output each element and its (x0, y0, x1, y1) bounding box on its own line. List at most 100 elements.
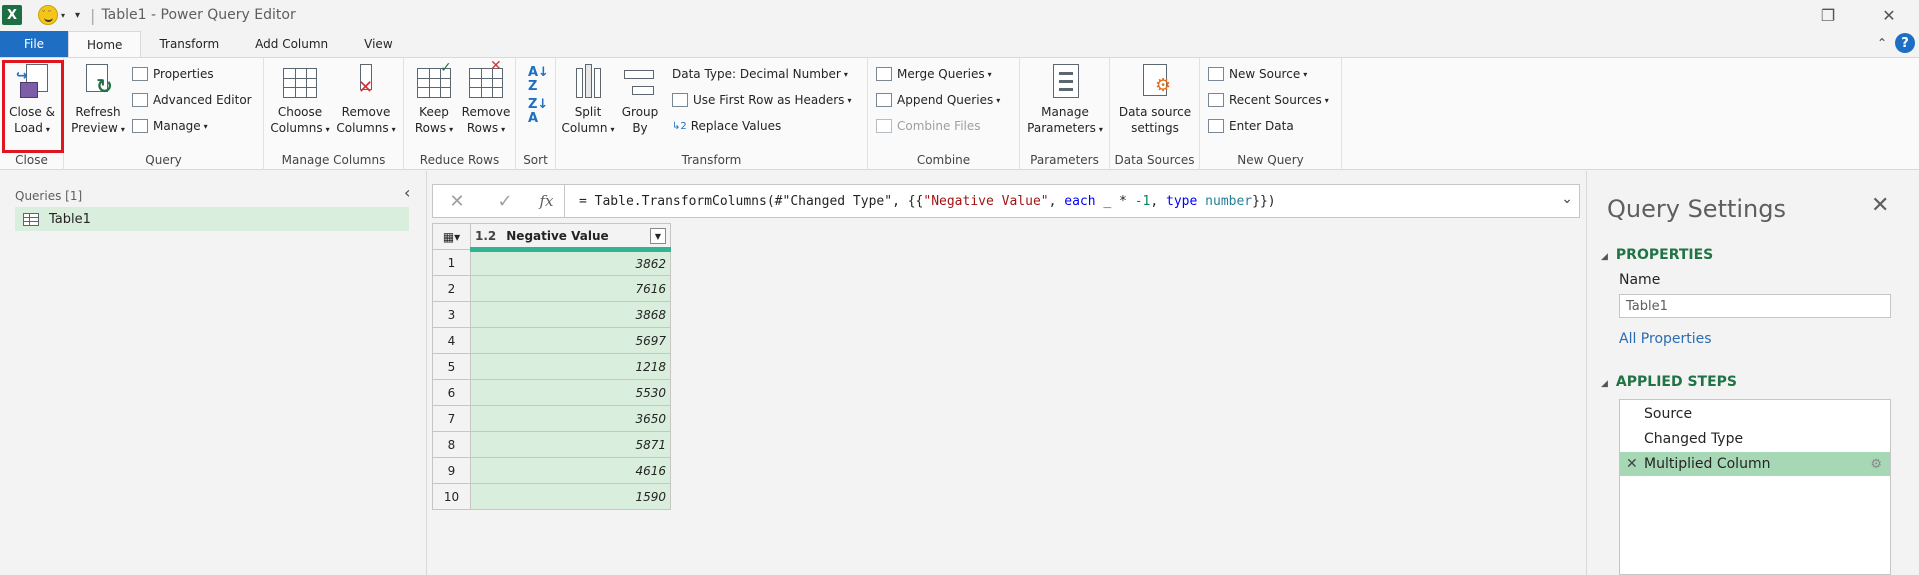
refresh-icon: ↻ (80, 62, 116, 102)
table-cell[interactable]: 3862 (470, 249, 671, 276)
tab-home[interactable]: Home (68, 31, 142, 57)
transform-label: Transform (681, 153, 742, 167)
tab-view[interactable]: View (346, 31, 410, 57)
remove-rows-button[interactable]: ✕ Remove Rows ▾ (460, 58, 512, 138)
keep-rows-icon: ✓ (416, 60, 452, 102)
commit-formula-icon[interactable]: ✓ (481, 185, 529, 217)
tab-transform[interactable]: Transform (141, 31, 237, 57)
merge-queries-icon (876, 67, 892, 81)
split-column-button[interactable]: Split Column ▾ (560, 62, 616, 138)
table-cell[interactable]: 5697 (470, 327, 671, 354)
restore-button[interactable]: ❐ (1805, 0, 1851, 30)
gear-icon[interactable]: ⚙ (1870, 457, 1882, 472)
table-cell[interactable]: 3868 (470, 301, 671, 328)
quick-access-customize-icon[interactable]: ▾ (75, 10, 80, 21)
decimal-type-icon[interactable]: 1.2 (475, 229, 496, 243)
name-label: Name (1619, 272, 1661, 288)
step-multiplied-column[interactable]: ✕ Multiplied Column ⚙ (1620, 452, 1890, 476)
replace-values-button[interactable]: ↳2 Replace Values (672, 116, 781, 136)
filter-dropdown-icon[interactable]: ▼ (650, 228, 666, 244)
ribbon: ↪ Close & Load ▾ Close ↻ Refresh Preview ▾… (0, 57, 1919, 170)
applied-steps-header[interactable]: ◢ APPLIED STEPS (1601, 374, 1737, 390)
refresh-label-1: Refresh (75, 105, 121, 119)
table-cell[interactable]: 1218 (470, 353, 671, 380)
choose-columns-button[interactable]: Choose Columns ▾ (268, 62, 332, 138)
new-source-button[interactable]: New Source ▾ (1208, 64, 1307, 84)
row-number: 1 (432, 249, 471, 276)
query-group-label: Query (145, 153, 182, 167)
all-properties-link[interactable]: All Properties (1619, 331, 1712, 347)
expand-formula-icon[interactable]: ⌄ (1561, 191, 1573, 207)
sort-descending-icon[interactable]: Z↓ A (528, 98, 548, 126)
table-row: 2 7616 (432, 275, 671, 302)
tab-add-column[interactable]: Add Column (237, 31, 346, 57)
formula-input[interactable]: = Table.TransformColumns(#"Changed Type"… (579, 194, 1276, 209)
row-number: 9 (432, 457, 471, 484)
table-cell[interactable]: 5530 (470, 379, 671, 406)
row-number: 10 (432, 483, 471, 510)
smiley-feedback-icon[interactable] (38, 5, 58, 25)
group-by-button[interactable]: Group By (618, 62, 662, 136)
close-window-button[interactable]: ✕ (1866, 0, 1912, 30)
table-row: 6 5530 (432, 379, 671, 406)
close-group-label: Close (15, 153, 48, 167)
use-first-row-headers-button[interactable]: Use First Row as Headers ▾ (672, 90, 851, 110)
data-type-button[interactable]: Data Type: Decimal Number ▾ (672, 64, 848, 84)
table-cell[interactable]: 1590 (470, 483, 671, 510)
manage-button[interactable]: Manage ▾ (132, 116, 208, 136)
cancel-formula-icon[interactable]: ✕ (433, 185, 481, 217)
step-source[interactable]: Source (1620, 402, 1890, 426)
delete-step-icon[interactable]: ✕ (1626, 456, 1638, 472)
combine-files-button[interactable]: Combine Files (876, 116, 981, 136)
manage-parameters-button[interactable]: Manage Parameters ▾ (1024, 62, 1106, 138)
remove-columns-button[interactable]: ✕ Remove Columns ▾ (334, 62, 398, 138)
tab-file[interactable]: File (0, 31, 68, 57)
queries-header: Queries [1] (15, 189, 83, 203)
keep-rows-button[interactable]: ✓ Keep Rows ▾ (408, 60, 460, 138)
help-icon[interactable]: ? (1895, 33, 1915, 53)
chevron-down-icon[interactable]: ▾ (61, 11, 65, 20)
data-sources-label: Data Sources (1114, 153, 1195, 167)
remove-rows-icon: ✕ (468, 58, 504, 102)
column-header-label: Negative Value (506, 228, 609, 243)
parameters-group: Manage Parameters ▾ Parameters (1020, 58, 1110, 170)
replace-values-icon: ↳2 (672, 120, 687, 132)
sort-ascending-icon[interactable]: A↓ Z (528, 66, 549, 94)
collapse-ribbon-icon[interactable]: ⌃ (1877, 36, 1887, 50)
split-column-icon (570, 62, 606, 102)
fx-icon[interactable]: fx (529, 185, 565, 217)
query-name-input[interactable]: Table1 (1619, 294, 1891, 318)
advanced-editor-icon (132, 93, 148, 107)
table-cell[interactable]: 4616 (470, 457, 671, 484)
merge-queries-button[interactable]: Merge Queries ▾ (876, 64, 992, 84)
properties-header[interactable]: ◢ PROPERTIES (1601, 247, 1713, 263)
first-row-headers-icon (672, 93, 688, 107)
row-number: 7 (432, 405, 471, 432)
recent-sources-icon (1208, 93, 1224, 107)
data-source-settings-icon: ⚙ (1137, 62, 1173, 102)
step-changed-type[interactable]: Changed Type (1620, 427, 1890, 451)
title-bar: X ▾ ▾ | Table1 - Power Query Editor ❐ ✕ (0, 0, 1919, 30)
query-item-table1[interactable]: Table1 (15, 207, 409, 231)
table-cell[interactable]: 7616 (470, 275, 671, 302)
enter-data-button[interactable]: Enter Data (1208, 116, 1294, 136)
properties-button[interactable]: Properties (132, 64, 214, 84)
row-number: 6 (432, 379, 471, 406)
advanced-editor-button[interactable]: Advanced Editor (132, 90, 252, 110)
recent-sources-button[interactable]: Recent Sources ▾ (1208, 90, 1329, 110)
append-queries-button[interactable]: Append Queries ▾ (876, 90, 1000, 110)
manage-parameters-icon (1047, 62, 1083, 102)
table-menu-icon[interactable]: ▦▾ (432, 223, 471, 250)
table-icon (23, 212, 39, 226)
table-cell[interactable]: 3650 (470, 405, 671, 432)
table-row: 7 3650 (432, 405, 671, 432)
column-header-negative-value[interactable]: 1.2 Negative Value ▼ (470, 223, 671, 252)
highlight-box (2, 60, 64, 153)
reduce-rows-group: ✓ Keep Rows ▾ ✕ Remove Rows ▾ Reduce Rows (404, 58, 516, 170)
refresh-preview-button[interactable]: ↻ Refresh Preview ▾ (68, 62, 128, 138)
data-source-settings-button[interactable]: ⚙ Data source settings (1114, 62, 1196, 136)
refresh-label-2: Preview ▾ (71, 121, 125, 135)
table-cell[interactable]: 5871 (470, 431, 671, 458)
close-icon[interactable]: ✕ (1871, 193, 1889, 218)
collapse-pane-icon[interactable]: ‹ (404, 183, 410, 202)
